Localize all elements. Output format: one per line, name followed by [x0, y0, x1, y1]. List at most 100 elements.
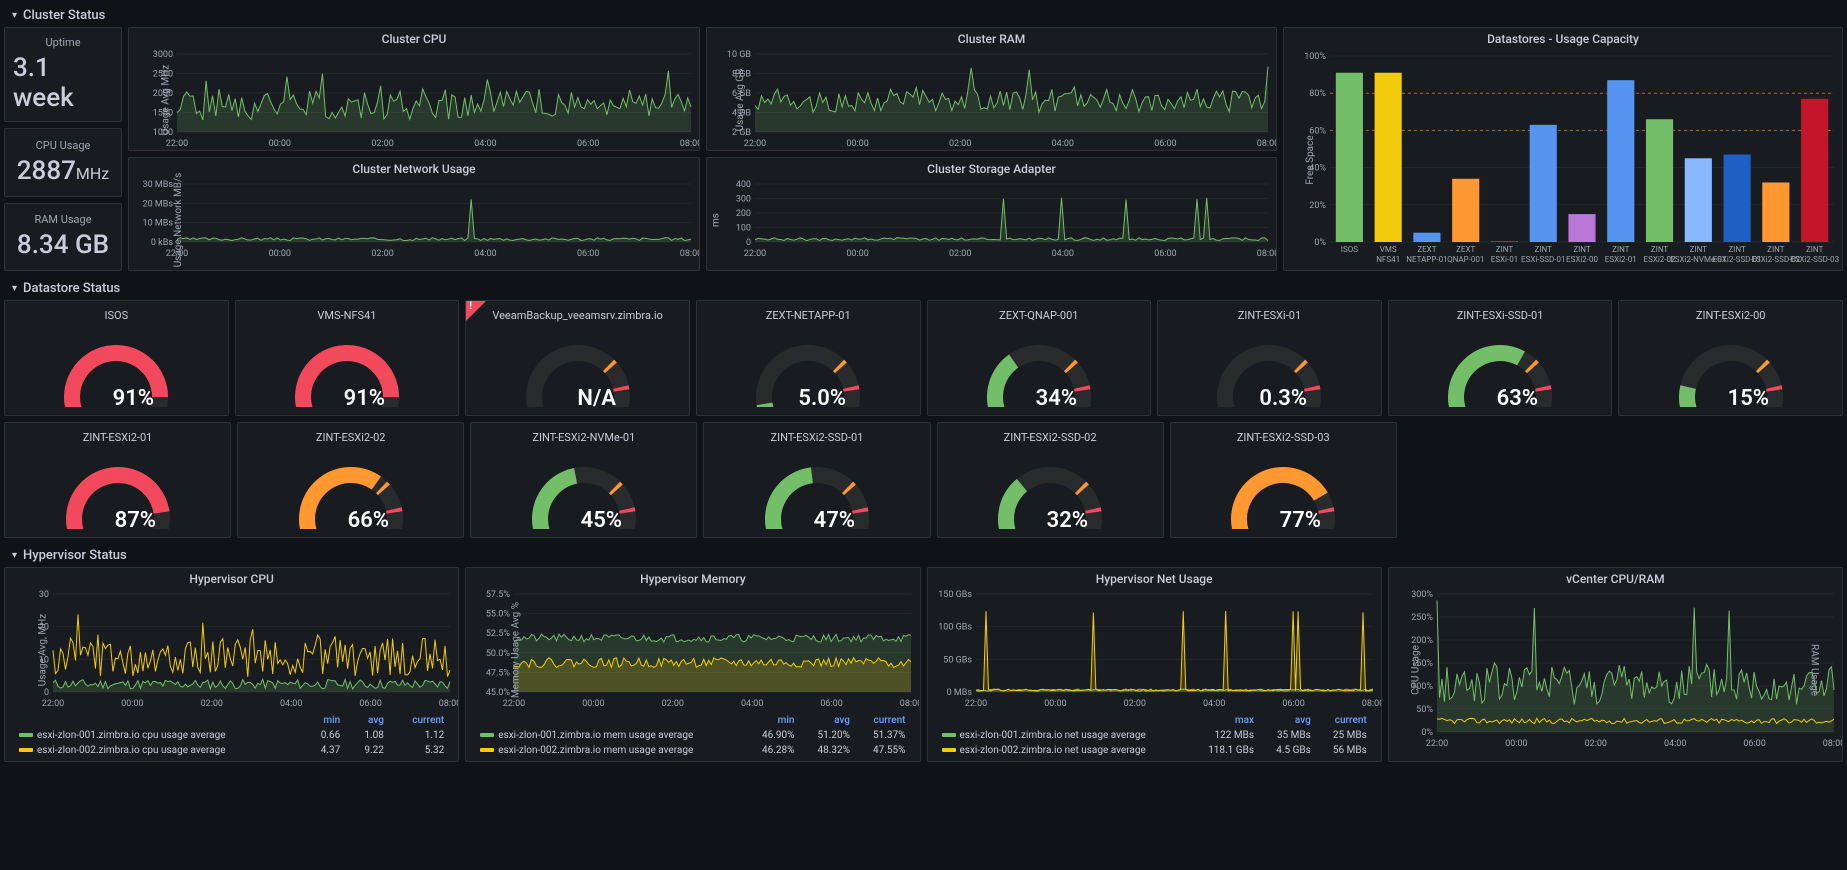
gauge-ZEXT-NETAPP-01[interactable]: ZEXT-NETAPP-015.0% [696, 300, 921, 416]
svg-text:08:00: 08:00 [1361, 699, 1380, 709]
svg-text:50%: 50% [1416, 705, 1433, 715]
legend-col: current [1319, 714, 1373, 727]
stat-cpu[interactable]: CPU Usage 2887MHz [4, 128, 122, 197]
panel-cluster-ram[interactable]: Cluster RAM Usage Avg GB2 GB4 GB6 GB8 GB… [706, 27, 1277, 151]
stat-value: 8.34 GB [17, 230, 109, 260]
gauge-ZINT-ESXi2-SSD-03[interactable]: ZINT-ESXi2-SSD-0377% [1170, 422, 1397, 538]
svg-text:300: 300 [736, 195, 751, 205]
gauge-title: VMS-NFS41 [317, 309, 376, 323]
svg-text:ZINT: ZINT [1496, 245, 1514, 254]
svg-text:ZINT: ZINT [1728, 245, 1746, 254]
legend-row[interactable]: esxi-zlon-001.zimbra.io net usage averag… [936, 729, 1373, 742]
section-header-cluster[interactable]: ▾ Cluster Status [4, 4, 1843, 27]
svg-text:VMS: VMS [1380, 245, 1397, 254]
panel-cluster-cpu[interactable]: Cluster CPU Usage Avg MHz100015002000250… [128, 27, 700, 151]
svg-text:200: 200 [736, 209, 751, 219]
chevron-down-icon: ▾ [12, 283, 17, 294]
gauge-title: ZEXT-NETAPP-01 [766, 309, 851, 323]
svg-text:ZINT: ZINT [1690, 245, 1708, 254]
svg-text:91%: 91% [113, 386, 154, 407]
svg-text:ZEXT: ZEXT [1417, 245, 1436, 254]
stat-uptime[interactable]: Uptime 3.1 week [4, 27, 122, 122]
panel-title: Hypervisor Memory [466, 568, 919, 590]
svg-text:06:00: 06:00 [1282, 699, 1304, 709]
legend-row[interactable]: esxi-zlon-001.zimbra.io mem usage averag… [474, 729, 911, 742]
legend-row[interactable]: esxi-zlon-002.zimbra.io cpu usage averag… [13, 744, 450, 757]
panel-hypervisor-net[interactable]: Hypervisor Net Usage 0 MBs50 GBs100 GBs1… [927, 567, 1382, 762]
panel-cluster-net[interactable]: Cluster Network Usage Usage Network MB/s… [128, 157, 700, 271]
svg-text:63%: 63% [1497, 386, 1538, 407]
gauge-ZINT-ESXi2-NVMe-01[interactable]: ZINT-ESXi2-NVMe-0145% [470, 422, 697, 538]
svg-text:20%: 20% [1309, 201, 1326, 211]
svg-text:0: 0 [44, 688, 49, 698]
svg-text:0: 0 [746, 238, 751, 248]
legend-row[interactable]: esxi-zlon-002.zimbra.io net usage averag… [936, 744, 1373, 757]
svg-text:06:00: 06:00 [577, 139, 599, 149]
gauge-ISOS[interactable]: ISOS91% [4, 300, 229, 416]
svg-text:ZINT: ZINT [1767, 245, 1785, 254]
section-title: Cluster Status [23, 8, 105, 23]
panel-cluster-storage[interactable]: Cluster Storage Adapter ms01002003004002… [706, 157, 1277, 271]
svg-text:02:00: 02:00 [949, 139, 971, 149]
svg-text:80%: 80% [1309, 89, 1326, 99]
svg-text:0 kBs: 0 kBs [151, 238, 173, 248]
panel-hypervisor-mem[interactable]: Hypervisor Memory Memory Usage Avg %45.0… [465, 567, 920, 762]
panel-vcenter[interactable]: vCenter CPU/RAM CPU Usage0%50%100%150%20… [1388, 567, 1843, 762]
svg-text:34%: 34% [1035, 386, 1076, 407]
svg-text:ESXi2-01: ESXi2-01 [1605, 255, 1637, 264]
svg-text:06:00: 06:00 [359, 699, 381, 709]
svg-text:50.0%: 50.0% [486, 649, 511, 659]
gauge-VMS-NFS41[interactable]: VMS-NFS4191% [235, 300, 460, 416]
svg-text:30: 30 [39, 590, 49, 600]
svg-text:22:00: 22:00 [166, 139, 188, 149]
panel-title: Cluster CPU [129, 28, 699, 50]
svg-text:100: 100 [736, 224, 751, 234]
legend-row[interactable]: esxi-zlon-002.zimbra.io mem usage averag… [474, 744, 911, 757]
svg-text:22:00: 22:00 [1426, 739, 1448, 749]
stat-value: 2887 [17, 156, 76, 186]
gauge-title: ZINT-ESXi-SSD-01 [1457, 309, 1544, 323]
gauge-title: ZINT-ESXi2-NVMe-01 [532, 431, 635, 445]
svg-text:N/A: N/A [577, 386, 616, 407]
gauge-ZINT-ESXi2-02[interactable]: ZINT-ESXi2-0266% [237, 422, 464, 538]
svg-text:02:00: 02:00 [662, 699, 684, 709]
gauge-ZINT-ESXi-01[interactable]: ZINT-ESXi-010.3% [1157, 300, 1382, 416]
gauge-VeeamBackup_veeamsrv.zimbra.io[interactable]: VeeamBackup_veeamsrv.zimbra.io N/A [465, 300, 690, 416]
svg-text:06:00: 06:00 [1743, 739, 1765, 749]
legend-row[interactable]: esxi-zlon-001.zimbra.io cpu usage averag… [13, 729, 450, 742]
gauge-ZEXT-QNAP-001[interactable]: ZEXT-QNAP-001 34% [927, 300, 1152, 416]
svg-text:10 GB: 10 GB [727, 50, 751, 60]
panel-title: Cluster Storage Adapter [707, 158, 1276, 180]
gauge-title: VeeamBackup_veeamsrv.zimbra.io [492, 309, 662, 323]
svg-text:0%: 0% [1421, 728, 1433, 738]
legend-col: avg [348, 714, 390, 727]
svg-text:NETAPP-01: NETAPP-01 [1406, 255, 1447, 264]
svg-text:ZINT: ZINT [1612, 245, 1630, 254]
svg-text:22:00: 22:00 [744, 139, 766, 149]
svg-text:08:00: 08:00 [680, 139, 699, 149]
gauge-ZINT-ESXi-SSD-01[interactable]: ZINT-ESXi-SSD-01 63% [1388, 300, 1613, 416]
svg-text:04:00: 04:00 [1052, 139, 1074, 149]
gauge-ZINT-ESXi2-00[interactable]: ZINT-ESXi2-0015% [1618, 300, 1843, 416]
svg-text:08:00: 08:00 [1257, 249, 1276, 259]
svg-text:06:00: 06:00 [577, 249, 599, 259]
section-header-datastore[interactable]: ▾ Datastore Status [4, 277, 1843, 300]
svg-text:08:00: 08:00 [1257, 139, 1276, 149]
svg-text:22:00: 22:00 [964, 699, 986, 709]
panel-datastore-capacity[interactable]: Datastores - Usage Capacity Free Space0%… [1283, 27, 1843, 271]
gauge-ZINT-ESXi2-01[interactable]: ZINT-ESXi2-0187% [4, 422, 231, 538]
svg-text:ESXi-SSD-01: ESXi-SSD-01 [1521, 255, 1565, 264]
panel-hypervisor-cpu[interactable]: Hypervisor CPU Usage Avg, MHz010203022:0… [4, 567, 459, 762]
gauge-ZINT-ESXi2-SSD-01[interactable]: ZINT-ESXi2-SSD-0147% [703, 422, 930, 538]
svg-text:04:00: 04:00 [1664, 739, 1686, 749]
svg-text:22:00: 22:00 [503, 699, 525, 709]
gauge-ZINT-ESXi2-SSD-02[interactable]: ZINT-ESXi2-SSD-0232% [937, 422, 1164, 538]
stat-ram[interactable]: RAM Usage 8.34 GB [4, 203, 122, 272]
section-header-hypervisor[interactable]: ▾ Hypervisor Status [4, 544, 1843, 567]
svg-text:00:00: 00:00 [846, 139, 868, 149]
svg-text:02:00: 02:00 [201, 699, 223, 709]
svg-text:ISOS: ISOS [1341, 245, 1358, 254]
svg-text:87%: 87% [114, 508, 155, 529]
gauge-title: ZINT-ESXi2-SSD-03 [1237, 431, 1330, 445]
gauge-title: ZEXT-QNAP-001 [999, 309, 1078, 323]
